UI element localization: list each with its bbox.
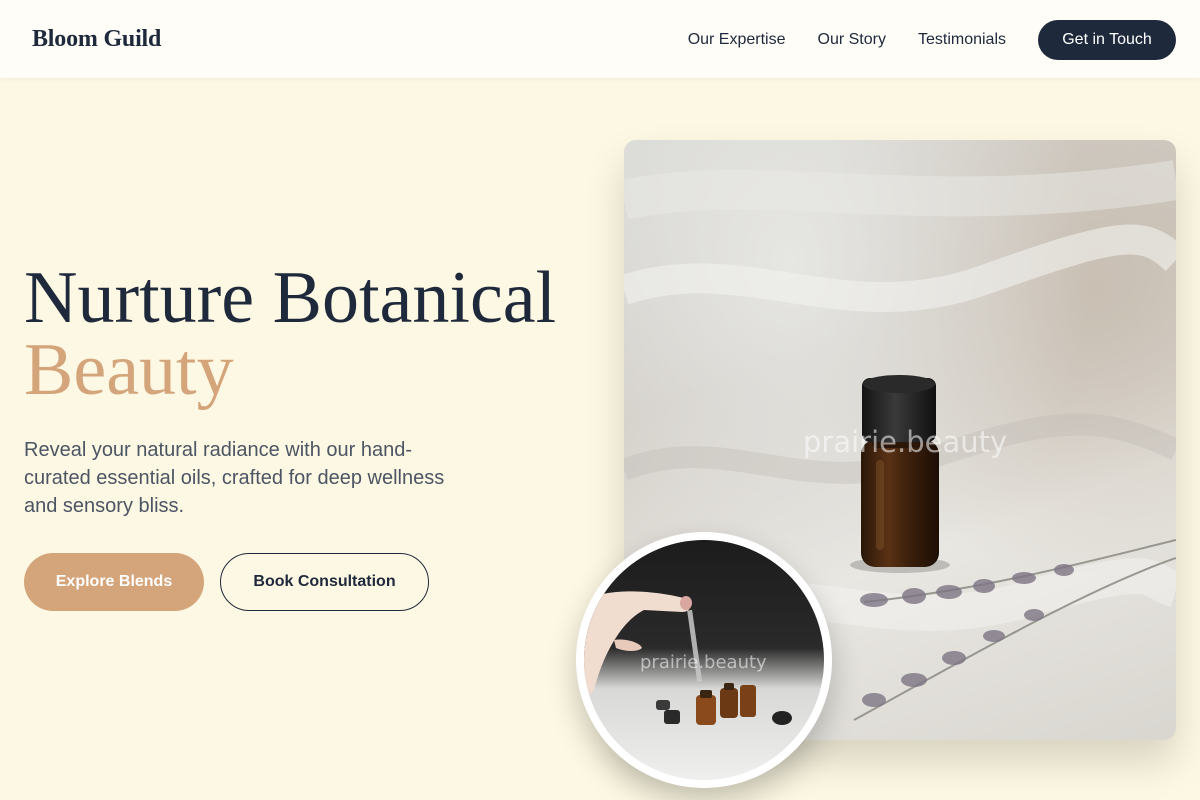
hero-title-accent: Beauty <box>24 329 234 411</box>
oil-dropper-image: prairie.beauty <box>584 540 824 780</box>
hero-title-line1: Nurture Botanical <box>24 257 557 339</box>
circle-image-watermark: prairie.beauty <box>640 652 767 673</box>
book-consultation-button[interactable]: Book Consultation <box>220 553 429 611</box>
nav-link-expertise[interactable]: Our Expertise <box>688 20 786 60</box>
image-watermark: prairie.beauty <box>803 425 1008 459</box>
hero-title: Nurture Botanical Beauty <box>24 261 556 411</box>
explore-blends-button[interactable]: Explore Blends <box>24 553 204 611</box>
get-in-touch-button[interactable]: Get in Touch <box>1038 20 1176 60</box>
hero-description: Reveal your natural radiance with our ha… <box>24 439 445 517</box>
site-header: Bloom Guild Our Expertise Our Story Test… <box>0 0 1200 78</box>
nav-link-story[interactable]: Our Story <box>818 20 886 60</box>
main-nav: Our Expertise Our Story Testimonials Get… <box>688 20 1176 60</box>
hero-circle-image: prairie.beauty <box>576 532 832 788</box>
nav-link-testimonials[interactable]: Testimonials <box>918 20 1006 60</box>
brand-logo[interactable]: Bloom Guild <box>32 26 161 53</box>
